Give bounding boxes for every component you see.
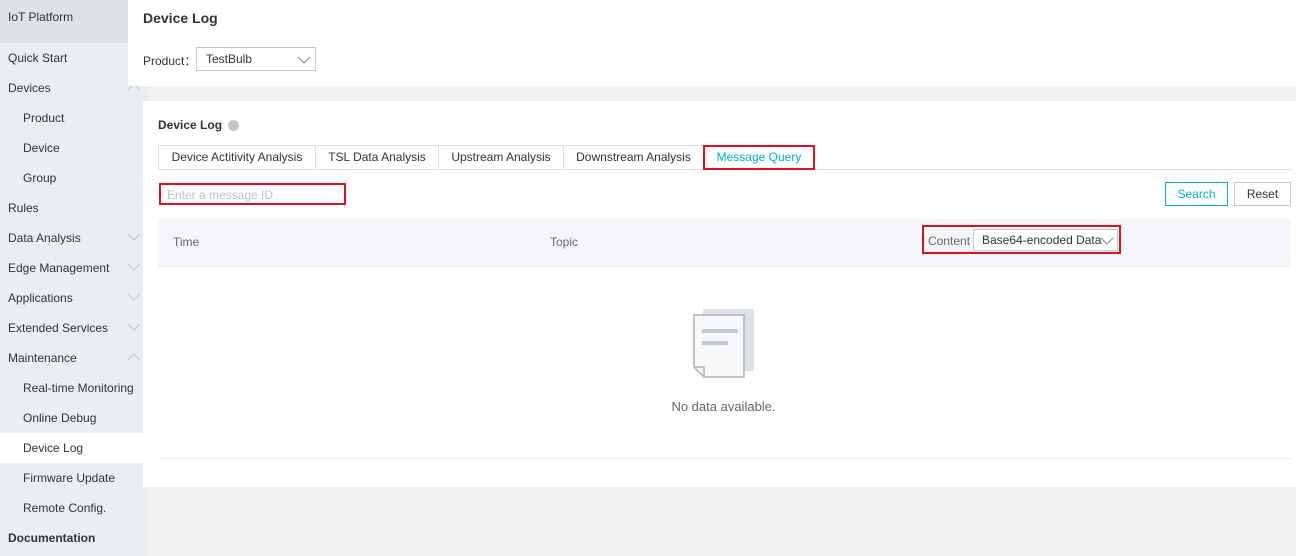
sidebar-item-remote-config[interactable]: Remote Config. [0, 493, 143, 523]
sidebar-title[interactable]: IoT Platform [0, 0, 128, 43]
sidebar: IoT Platform Quick Start Devices Product… [0, 0, 148, 556]
tab-device-activity-analysis[interactable]: Device Actitivity Analysis [158, 145, 316, 170]
tab-message-query[interactable]: Message Query [703, 145, 815, 170]
product-select[interactable]: TestBulb [196, 47, 316, 71]
tab-bar: Device Actitivity Analysis TSL Data Anal… [158, 145, 1291, 170]
chevron-down-icon [127, 322, 141, 332]
content-format-select[interactable]: Base64-encoded Data [973, 229, 1118, 251]
empty-state-text: No data available. [671, 399, 776, 414]
chevron-down-icon [297, 54, 311, 68]
tab-tsl-data-analysis[interactable]: TSL Data Analysis [315, 145, 439, 170]
column-header-time: Time [173, 235, 200, 249]
tab-downstream-analysis[interactable]: Downstream Analysis [563, 145, 704, 170]
help-icon[interactable] [228, 120, 239, 131]
divider [158, 458, 1291, 459]
sidebar-item-label: Applications [8, 291, 73, 305]
product-label: Product： [143, 54, 197, 68]
sidebar-item-documentation[interactable]: Documentation [0, 523, 143, 553]
sidebar-item-data-analysis[interactable]: Data Analysis [0, 223, 143, 253]
sidebar-item-extended-services[interactable]: Extended Services [0, 313, 143, 343]
sidebar-item-quick-start[interactable]: Quick Start [0, 43, 143, 73]
chevron-down-icon [127, 232, 141, 242]
sidebar-item-firmware-update[interactable]: Firmware Update [0, 463, 143, 493]
page-header: Device Log Product： TestBulb [128, 0, 1296, 86]
page-title: Device Log [143, 10, 218, 26]
column-header-topic: Topic [550, 235, 579, 249]
reset-button[interactable]: Reset [1234, 182, 1291, 206]
sidebar-item-device[interactable]: Device [0, 133, 143, 163]
tab-upstream-analysis[interactable]: Upstream Analysis [438, 145, 564, 170]
sidebar-item-label: Devices [8, 81, 51, 95]
content-filter: Content Base64-encoded Data [922, 225, 1121, 254]
column-header-content: Content [928, 234, 971, 248]
sidebar-item-rules[interactable]: Rules [0, 193, 143, 223]
chevron-up-icon [127, 352, 141, 362]
sidebar-item-edge-management[interactable]: Edge Management [0, 253, 143, 283]
sidebar-item-real-time-monitoring[interactable]: Real-time Monitoring [0, 373, 143, 403]
sidebar-item-devices[interactable]: Devices [0, 73, 143, 103]
panel-title: Device Log [158, 118, 223, 132]
content-format-value: Base64-encoded Data [982, 233, 1102, 247]
table-header: Time Topic Content Base64-encoded Data [158, 218, 1291, 267]
sidebar-item-device-log[interactable]: Device Log [0, 433, 143, 463]
sidebar-item-label: Edge Management [8, 261, 110, 275]
chevron-down-icon [127, 292, 141, 302]
sidebar-item-label: Data Analysis [8, 231, 81, 245]
message-id-input[interactable] [159, 183, 346, 205]
sidebar-item-applications[interactable]: Applications [0, 283, 143, 313]
empty-document-icon [692, 307, 756, 381]
sidebar-item-group[interactable]: Group [0, 163, 143, 193]
search-button[interactable]: Search [1165, 182, 1228, 206]
sidebar-item-product[interactable]: Product [0, 103, 143, 133]
sidebar-item-label: Extended Services [8, 321, 109, 335]
sidebar-item-label: Maintenance [8, 351, 77, 365]
device-log-panel: Device Log Device Actitivity Analysis TS… [143, 101, 1296, 487]
product-select-value: TestBulb [206, 52, 253, 66]
sidebar-item-maintenance[interactable]: Maintenance [0, 343, 143, 373]
chevron-down-icon [127, 262, 141, 272]
sidebar-item-online-debug[interactable]: Online Debug [0, 403, 143, 433]
chevron-down-icon [1100, 235, 1114, 249]
